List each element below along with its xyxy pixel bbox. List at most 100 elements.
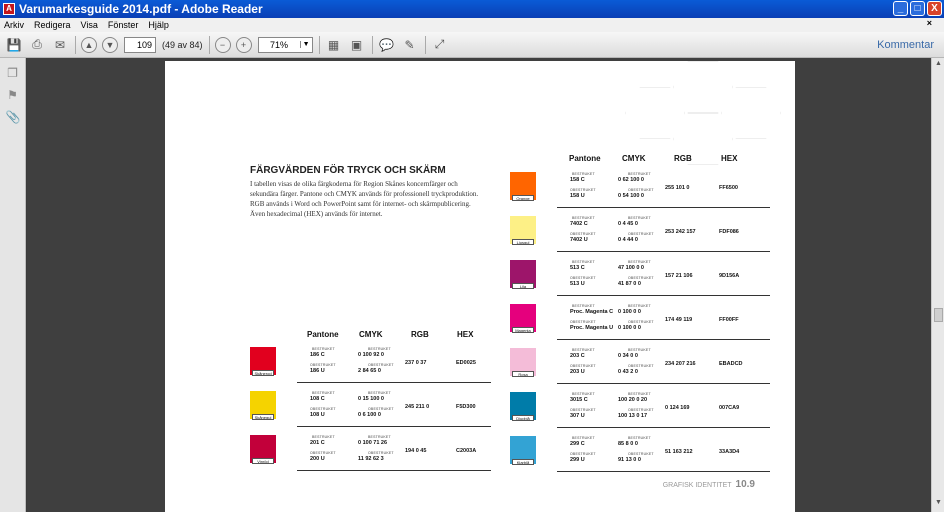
- footer-label: GRAFISK IDENTITET: [662, 482, 732, 489]
- uncoated-label: OBESTRUKET: [628, 276, 654, 280]
- attachments-icon[interactable]: 📎: [6, 110, 21, 124]
- bookmarks-icon[interactable]: ⚑: [6, 88, 20, 102]
- cmyk-uncoated: 2 84 65 0: [358, 368, 381, 374]
- color-swatch: Rosa: [510, 348, 536, 377]
- uncoated-label: OBESTRUKET: [628, 408, 654, 412]
- color-name-label: Ljusgul: [512, 239, 534, 245]
- page-number-input[interactable]: 109: [124, 36, 156, 53]
- cmyk-coated: 0 100 92 0: [358, 352, 384, 358]
- rgb-value: 0 124 169: [665, 405, 690, 411]
- zoom-out-icon[interactable]: −: [214, 36, 231, 53]
- coated-label: BESTRUKET: [572, 260, 595, 264]
- toolbar-divider: [318, 35, 320, 54]
- scroll-up-icon[interactable]: ▲: [933, 60, 944, 71]
- pantone-coated: 108 C: [310, 396, 325, 402]
- column-header-rgb: RGB: [674, 154, 692, 163]
- color-swatch: Vinröd: [250, 435, 276, 464]
- cmyk-coated: 85 8 0 0: [618, 441, 638, 447]
- close-button[interactable]: X: [927, 1, 942, 16]
- uncoated-label: OBESTRUKET: [628, 232, 654, 236]
- full-screen-icon[interactable]: ⤢: [431, 36, 449, 54]
- minimize-button[interactable]: _: [893, 1, 908, 16]
- coated-label: BESTRUKET: [312, 391, 335, 395]
- pantone-coated: 513 C: [570, 265, 585, 271]
- vertical-scrollbar[interactable]: ▲ ▼: [931, 58, 944, 512]
- page-thumbnails-icon[interactable]: ❐: [6, 66, 20, 80]
- uncoated-label: OBESTRUKET: [570, 276, 596, 280]
- coated-label: BESTRUKET: [572, 172, 595, 176]
- scroll-thumb[interactable]: [934, 308, 943, 322]
- email-icon[interactable]: ✉: [51, 36, 69, 54]
- comment-icon[interactable]: 💬: [378, 36, 396, 54]
- fit-width-icon[interactable]: ▦: [325, 36, 343, 54]
- color-name-label: Djupblå: [512, 415, 534, 421]
- decorative-hexagon: [673, 61, 733, 113]
- hex-value: F5D300: [456, 404, 476, 410]
- color-swatch: Lila: [510, 260, 536, 289]
- cmyk-coated: 0 15 100 0: [358, 396, 384, 402]
- column-header-hex: HEX: [721, 154, 738, 163]
- pdf-page: FÄRGVÄRDEN FÖR TRYCK OCH SKÄRM I tabelle…: [165, 61, 795, 512]
- decorative-hexagon: [625, 87, 685, 139]
- cmyk-uncoated: 91 13 0 0: [618, 457, 641, 463]
- zoom-in-icon[interactable]: +: [235, 36, 252, 53]
- pantone-uncoated: Proc. Magenta U: [570, 325, 614, 331]
- cmyk-uncoated: 0 6 100 0: [358, 412, 381, 418]
- pantone-uncoated: 307 U: [570, 413, 585, 419]
- hex-value: FDF086: [719, 229, 739, 235]
- page-footer: GRAFISK IDENTITET 10.9: [663, 479, 755, 490]
- right-row-divider: [557, 164, 770, 208]
- coated-label: BESTRUKET: [572, 348, 595, 352]
- document-close-icon[interactable]: ×: [927, 18, 932, 28]
- cmyk-uncoated: 11 92 62 3: [358, 456, 384, 462]
- print-icon[interactable]: ⎙: [28, 36, 46, 54]
- coated-label: BESTRUKET: [312, 347, 335, 351]
- pantone-coated: 201 C: [310, 440, 325, 446]
- highlight-icon[interactable]: ✎: [401, 36, 419, 54]
- coated-label: BESTRUKET: [572, 392, 595, 396]
- previous-page-icon[interactable]: ▲: [81, 36, 97, 53]
- color-swatch: Skånegul: [250, 391, 276, 420]
- color-name-label: Klarblå: [512, 459, 534, 465]
- color-swatch: Orange: [510, 172, 536, 201]
- coated-label: BESTRUKET: [368, 391, 391, 395]
- menu-redigera[interactable]: Redigera: [34, 20, 71, 30]
- color-name-label: Vinröd: [252, 458, 274, 464]
- zoom-select[interactable]: 71% ▼: [257, 36, 313, 53]
- pantone-uncoated: 186 U: [310, 368, 325, 374]
- menu-hjalp[interactable]: Hjälp: [148, 20, 169, 30]
- rgb-value: 51 163 212: [665, 449, 693, 455]
- color-name-label: Rosa: [512, 371, 534, 377]
- column-header-cmyk: CMYK: [622, 154, 646, 163]
- uncoated-label: OBESTRUKET: [628, 188, 654, 192]
- fit-page-icon[interactable]: ▣: [348, 36, 366, 54]
- save-icon[interactable]: 💾: [5, 36, 23, 54]
- menu-fonster[interactable]: Fönster: [108, 20, 139, 30]
- color-name-label: Orange: [512, 195, 534, 201]
- hex-value: C2003A: [456, 448, 477, 454]
- chevron-down-icon[interactable]: ▼: [299, 41, 312, 48]
- cmyk-uncoated: 0 4 44 0: [618, 237, 638, 243]
- hex-value: FF6500: [719, 185, 738, 191]
- next-page-icon[interactable]: ▼: [102, 36, 118, 53]
- hex-value: FF00FF: [719, 317, 739, 323]
- window-title: Varumarkesguide 2014.pdf - Adobe Reader: [19, 2, 263, 16]
- coated-label: BESTRUKET: [628, 172, 651, 176]
- color-swatch: Skånerod: [250, 347, 276, 376]
- rgb-value: 253 242 157: [665, 229, 696, 235]
- scroll-down-icon[interactable]: ▼: [933, 499, 944, 510]
- column-header-cmyk: CMYK: [359, 330, 383, 339]
- coated-label: BESTRUKET: [628, 304, 651, 308]
- menu-arkiv[interactable]: Arkiv: [4, 20, 24, 30]
- maximize-button[interactable]: □: [910, 1, 925, 16]
- coated-label: BESTRUKET: [628, 348, 651, 352]
- comment-pane-button[interactable]: Kommentar: [877, 39, 934, 51]
- column-header-rgb: RGB: [411, 330, 429, 339]
- uncoated-label: OBESTRUKET: [570, 320, 596, 324]
- rgb-value: 245 211 0: [405, 404, 430, 410]
- color-name-label: Lila: [512, 283, 534, 289]
- uncoated-label: OBESTRUKET: [368, 363, 394, 367]
- hex-value: 33A3D4: [719, 449, 740, 455]
- menu-visa[interactable]: Visa: [81, 20, 98, 30]
- coated-label: BESTRUKET: [628, 392, 651, 396]
